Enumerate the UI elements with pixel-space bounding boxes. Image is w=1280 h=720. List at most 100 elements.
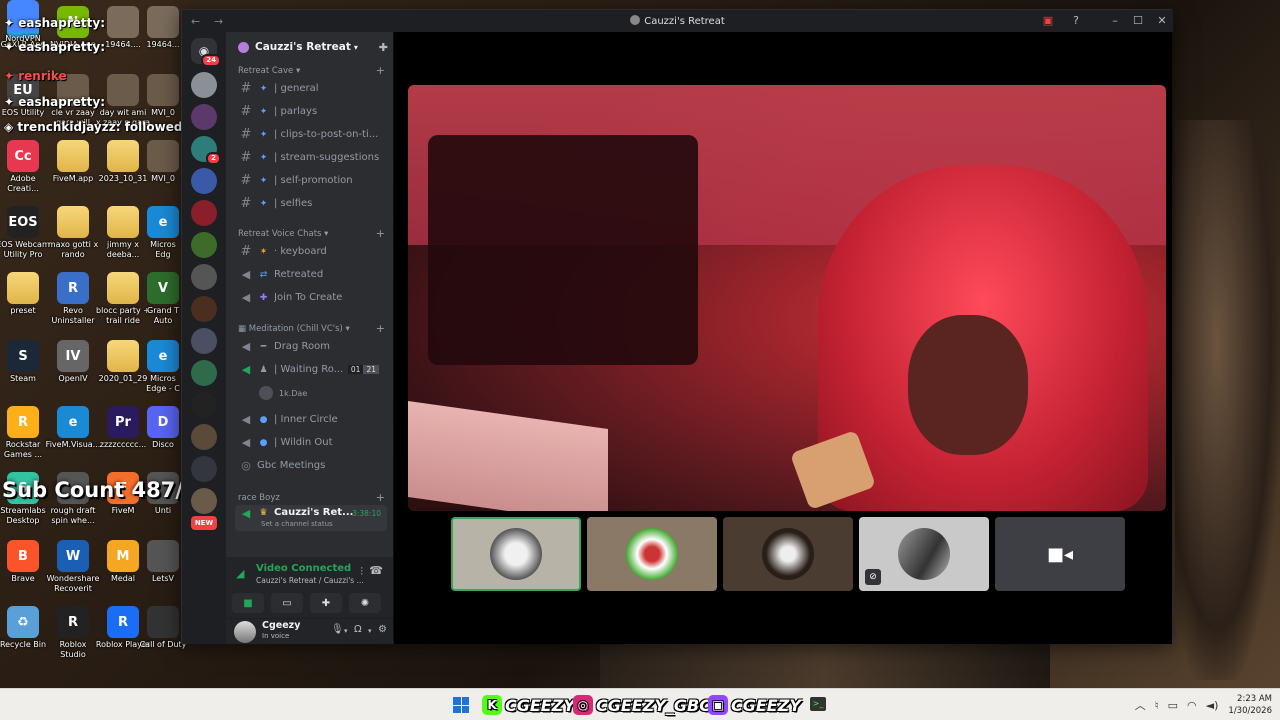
server-icon[interactable] — [191, 424, 217, 450]
headphones-icon[interactable]: Ω — [354, 624, 362, 635]
text-channel[interactable]: # ✦ | clips-to-post-on-ti... — [235, 124, 387, 145]
category-header[interactable]: Retreat Voice Chats ▾ + — [238, 227, 385, 240]
speaker-icon: ◀ — [241, 291, 251, 304]
server-header[interactable]: Cauzzi's Retreat ▾ ✚ — [226, 32, 393, 62]
participant-tile[interactable] — [451, 517, 581, 591]
signal-icon[interactable]: ◢ — [236, 567, 244, 580]
windows-start-icon[interactable] — [453, 697, 469, 713]
desktop-icon-label: Recycle Bin — [0, 640, 47, 649]
server-avatar — [238, 41, 249, 53]
voice-channel[interactable]: ◀ ♟ | Waiting Ro... 01 21 — [235, 359, 387, 380]
main-video-feed[interactable] — [408, 85, 1166, 511]
voice-status[interactable]: Video Connected — [256, 563, 351, 574]
voice-channel[interactable]: ◀ ✚ Join To Create — [235, 287, 387, 308]
category-header[interactable]: race Boyz + — [238, 491, 385, 504]
server-icon[interactable] — [191, 296, 217, 322]
soundboard-icon: ✺ — [360, 597, 370, 609]
server-icon[interactable] — [191, 232, 217, 258]
emoji-icon: ⇄ — [259, 269, 268, 280]
desktop-icon-label: Unti — [154, 506, 172, 515]
voice-channel[interactable]: ◀ ● | Inner Circle — [235, 409, 387, 430]
microphone-icon[interactable]: ♮ — [1155, 699, 1159, 712]
help-icon[interactable]: ? — [1068, 13, 1084, 29]
add-channel-icon[interactable]: + — [376, 491, 385, 504]
hash-icon: # — [240, 104, 252, 119]
chevron-down-icon[interactable]: ▾ — [344, 627, 348, 635]
participant-tile[interactable]: ⊘ — [859, 517, 989, 591]
screen-share-off-icon: ⊘ — [865, 569, 881, 585]
avatar[interactable] — [234, 621, 256, 643]
participant-tile[interactable] — [723, 517, 853, 591]
inbox-icon[interactable]: ▣ — [1040, 13, 1056, 29]
activities-icon: ✚ — [321, 597, 331, 609]
channel-status[interactable]: Set a channel status — [261, 520, 333, 528]
gear-icon[interactable]: ⚙ — [378, 624, 387, 635]
clock[interactable]: 2:23 AM 1/30/2026 — [1228, 693, 1272, 717]
text-channel[interactable]: # ✦ | stream-suggestions — [235, 147, 387, 168]
server-icon[interactable] — [191, 104, 217, 130]
text-channel[interactable]: # ✦ | selfies — [235, 193, 387, 214]
desktop-icon-label: rough draft spin whe... — [50, 506, 96, 525]
invite-people-icon[interactable]: ✚ — [379, 41, 388, 54]
close-button[interactable]: ✕ — [1154, 13, 1170, 29]
disconnect-icon[interactable]: ☎ — [369, 564, 383, 577]
participant-tile[interactable]: ■◂ — [995, 517, 1125, 591]
chevron-down-icon[interactable]: ▾ — [368, 627, 372, 635]
server-icon[interactable] — [191, 328, 217, 354]
display-icon[interactable]: ▭ — [1168, 699, 1178, 712]
soundboard-button[interactable]: ✺ — [349, 593, 381, 613]
user-limit-counter: 01 21 — [347, 365, 379, 374]
desktop-icon-label: Revo Uninstaller — [51, 306, 95, 325]
camera-button[interactable]: ■ — [232, 593, 264, 613]
maximize-button[interactable]: ☐ — [1130, 13, 1146, 29]
server-icon[interactable] — [191, 392, 217, 418]
channel-sidebar: Cauzzi's Retreat ▾ ✚ Retreat Cave ▾ + # ✦ |… — [226, 32, 393, 644]
terminal-icon[interactable]: >_ — [810, 697, 826, 711]
emoji-icon: ✦ — [259, 129, 268, 140]
server-icon[interactable] — [191, 72, 217, 98]
server-icon[interactable]: 2 — [191, 136, 221, 165]
direct-messages-button[interactable]: ◉ 24 — [191, 38, 221, 67]
add-channel-icon[interactable]: + — [376, 322, 385, 335]
chevron-up-icon[interactable]: ︿ — [1135, 697, 1146, 713]
screen-share-button[interactable]: ▭ — [271, 593, 303, 613]
activities-button[interactable]: ✚ — [310, 593, 342, 613]
text-channel[interactable]: # ✦ | self-promotion — [235, 170, 387, 191]
minimize-button[interactable]: – — [1107, 13, 1123, 29]
volume-icon[interactable]: ◄) — [1206, 699, 1219, 712]
text-channel[interactable]: # ✦ | parlays — [235, 101, 387, 122]
text-channel[interactable]: # ✦ | general — [235, 78, 387, 99]
voice-participant[interactable]: 1k.Dae — [259, 384, 307, 402]
voice-channel[interactable]: ◀ ⇄ Retreated — [235, 264, 387, 285]
app-icon — [57, 140, 89, 172]
category-header[interactable]: ▦ Meditation (Chill VC's) ▾ + — [238, 322, 385, 335]
desktop-icon-label: maxo gotti x rando — [47, 240, 99, 259]
taskbar: K CGEEZY ◎ CGEEZY_GBC ▣ CGEEZY >_ ︿ ♮ ▭ ◠ ◄… — [0, 688, 1280, 720]
server-icon[interactable] — [191, 456, 217, 482]
desktop-icon-label: Rockstar Games ... — [3, 440, 43, 459]
server-icon[interactable] — [191, 200, 217, 226]
voice-channel[interactable]: ◀ ● | Wildin Out — [235, 432, 387, 453]
microphone-icon[interactable]: 🎙 — [331, 624, 344, 635]
username[interactable]: Cgeezy — [262, 620, 300, 631]
category-header[interactable]: Retreat Cave ▾ + — [238, 64, 385, 77]
voice-timer: 3:38:10 — [352, 509, 381, 518]
voice-location[interactable]: Cauzzi's Retreat / Cauzzi's ... — [256, 576, 366, 585]
wifi-icon[interactable]: ◠ — [1187, 699, 1197, 712]
add-channel-icon[interactable]: + — [376, 64, 385, 77]
voice-channel[interactable]: # ✶ · keyboard — [235, 241, 387, 262]
participant-tile[interactable] — [587, 517, 717, 591]
noise-suppression-icon[interactable]: ⫶ — [360, 565, 363, 579]
server-icon[interactable] — [191, 488, 217, 514]
connected-voice-channel[interactable]: ◀ ♛ Cauzzi's Ret... 3:38:10 Set a channe… — [235, 505, 387, 531]
emoji-icon: ✦ — [259, 152, 268, 163]
voice-connection-panel: ◢ Video Connected Cauzzi's Retreat / Cau… — [226, 557, 393, 619]
stage-channel[interactable]: ◎ Gbc Meetings — [235, 455, 387, 476]
server-icon[interactable] — [191, 360, 217, 386]
voice-channel[interactable]: ◀ ━ Drag Room — [235, 336, 387, 357]
kick-icon: K — [482, 695, 502, 715]
server-icon[interactable] — [191, 168, 217, 194]
server-icon[interactable] — [191, 264, 217, 290]
video-desk — [408, 400, 608, 511]
add-channel-icon[interactable]: + — [376, 227, 385, 240]
